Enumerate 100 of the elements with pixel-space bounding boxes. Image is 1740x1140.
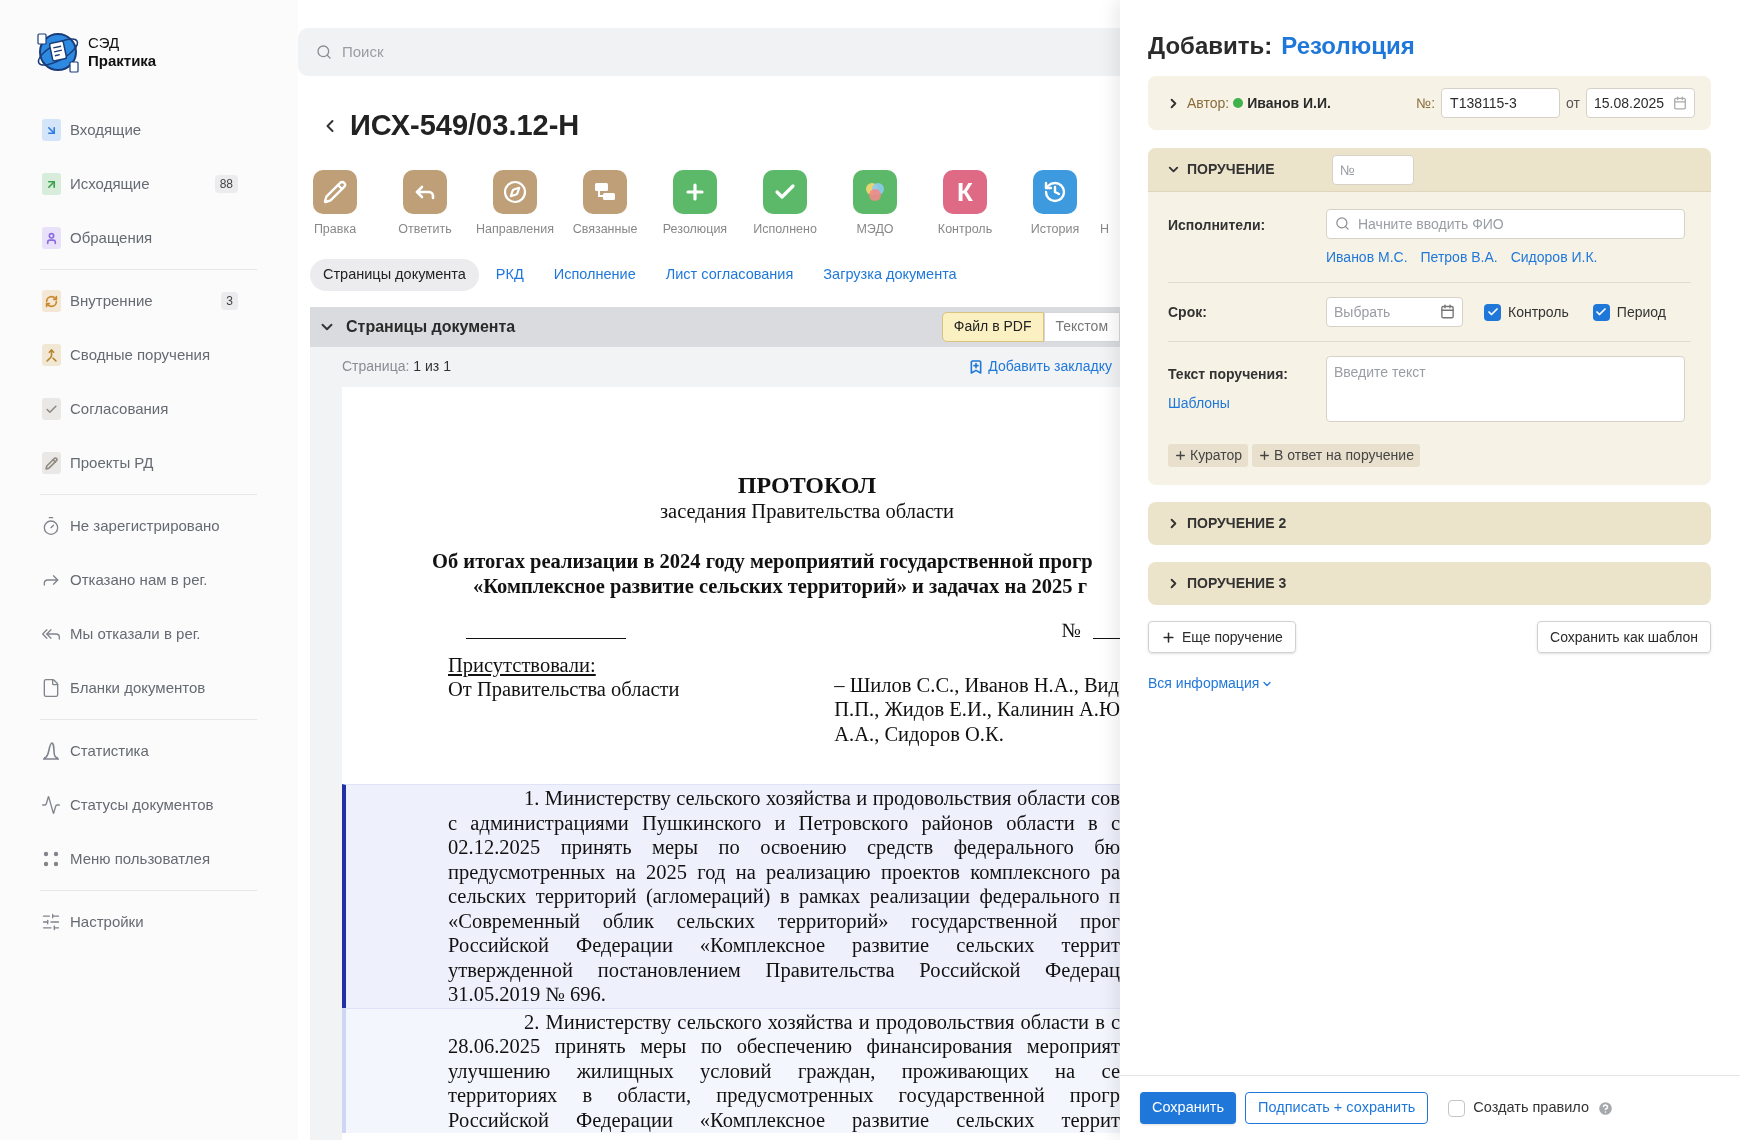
tab[interactable]: РКД	[482, 258, 537, 291]
document-title-line: Об итогах реализации в 2024 году мероприятий государственной прогр	[432, 549, 1094, 574]
add-bookmark-link[interactable]: Добавить закладку	[968, 356, 1112, 378]
date-picker-field[interactable]: Выбрать	[1326, 297, 1463, 327]
plus-icon	[1161, 629, 1176, 645]
toolbar-label: Резолюция	[662, 221, 728, 238]
search-icon	[316, 44, 332, 60]
tab[interactable]: Загрузка документа	[810, 258, 970, 291]
executor-link[interactable]: Петров В.А.	[1420, 247, 1498, 268]
field-label: Текст поручения:	[1168, 365, 1289, 384]
paragraph-line: территориях в области, предусмотренных государственной прогр	[448, 1083, 1120, 1108]
document-title: ИСХ-549/03.12-Н	[350, 108, 580, 144]
author-name: Иванов И.И.	[1247, 93, 1332, 113]
nav-item[interactable]: Проекты РД	[0, 436, 298, 490]
nav-item[interactable]: Обращения	[0, 211, 298, 265]
check-icon	[1595, 306, 1608, 318]
settings-icon	[41, 912, 61, 932]
section-title: Страницы документа	[346, 316, 517, 337]
checkbox-label: Контроль	[1508, 302, 1569, 322]
document-paragraph[interactable]	[342, 1007, 1120, 1134]
tab[interactable]: Страницы документа	[310, 258, 479, 291]
section-header[interactable]: Страницы документа Файл в PDF Текстом	[310, 306, 1120, 347]
all-info-link[interactable]: Вся информация	[1148, 673, 1274, 694]
nav-item[interactable]: Меню пользоватлея	[0, 832, 298, 886]
tab[interactable]: Лист согласования	[652, 258, 807, 291]
nav-item[interactable]: Мы отказали в рег.	[0, 607, 298, 661]
checkbox[interactable]	[1592, 303, 1610, 321]
nav-item[interactable]: Статистика	[0, 724, 298, 778]
toolbar-label: Направления	[476, 221, 554, 238]
nav-item[interactable]: Бланки документов	[0, 661, 298, 715]
sign-save-button[interactable]: Подписать + сохранить	[1245, 1092, 1429, 1124]
number-label: №:	[1416, 93, 1436, 113]
date-field[interactable]: 15.08.2025	[1586, 88, 1695, 118]
executor-search-field[interactable]: Начните вводить ФИО	[1326, 209, 1685, 239]
nav-label: Статусы документов	[70, 794, 215, 815]
paragraph-line: 1. Министерству сельского хозяйства и продовольствия области сов	[523, 786, 1120, 811]
add-chip[interactable]: Куратор	[1168, 444, 1249, 467]
paragraph-line: с администрациями Пушкинского и Петровского районов области в с	[448, 810, 1120, 836]
toolbar-label: Исполнено	[753, 221, 817, 238]
assignment-header[interactable]: ПОРУЧЕНИЕ №	[1148, 148, 1711, 192]
paragraph-line: Российской Федерации «Комплексное развитие сельских террит	[448, 1107, 1120, 1133]
templates-link[interactable]: Шаблоны	[1168, 393, 1230, 414]
field-label: Срок:	[1168, 302, 1208, 322]
toolbar-label: Контроль	[937, 221, 993, 238]
nav-label: Меню пользоватлея	[70, 848, 212, 869]
checkbox-label: Создать правило	[1473, 1098, 1589, 1118]
number-input[interactable]: Т138115-3	[1441, 88, 1561, 118]
number-input[interactable]: №	[1332, 154, 1414, 185]
toolbar-button[interactable]: К Контроль	[920, 170, 1010, 239]
nav-label: Исходящие	[70, 173, 151, 194]
save-button[interactable]: Сохранить	[1140, 1092, 1237, 1124]
document-paragraph[interactable]	[342, 784, 1120, 1008]
document-title-line: «Комплексное развитие сельских территорий» и задачах на 2025 г	[473, 573, 1089, 599]
assignment-title: ПОРУЧЕНИЕ 3	[1187, 574, 1288, 593]
nav-label: Не зарегистрировано	[70, 515, 221, 536]
toolbar-button[interactable]: Связанные	[560, 170, 650, 239]
checkbox[interactable]	[1484, 303, 1501, 321]
view-toggle[interactable]: Текстом	[1043, 311, 1120, 342]
field-label: Исполнители:	[1168, 216, 1267, 235]
nav-item[interactable]: Внутренние 3	[0, 274, 298, 328]
search-placeholder: Поиск	[342, 41, 384, 62]
toolbar-button[interactable]: Исполнено	[740, 170, 830, 239]
add-chip[interactable]: В ответ на поручение	[1252, 444, 1420, 467]
nav-item[interactable]: Не зарегистрировано	[0, 499, 298, 553]
nav-label: Статистика	[70, 740, 150, 761]
nav-item[interactable]: Входящие	[0, 103, 298, 157]
paragraph-line: 31.05.2019 № 696.	[448, 982, 606, 1007]
nav-item[interactable]: Исходящие 88	[0, 157, 298, 211]
toolbar-button[interactable]: МЭДО	[830, 170, 920, 239]
executor-link[interactable]: Иванов М.С.	[1326, 247, 1408, 268]
tab[interactable]: Исполнение	[540, 258, 649, 291]
toolbar-button[interactable]: Правка	[298, 170, 380, 239]
date-label: от	[1566, 93, 1580, 113]
view-toggle[interactable]: Файл в PDF	[941, 311, 1044, 342]
page-counter: 1 из 1	[413, 357, 452, 377]
document-heading: ПРОТОКОЛ	[737, 470, 877, 499]
nav-item[interactable]: Статусы документов	[0, 778, 298, 832]
app-name: СЭД	[88, 33, 121, 52]
toolbar-button[interactable]: Н	[1100, 170, 1120, 239]
toolbar-button[interactable]: История	[1010, 170, 1100, 239]
toolbar-button[interactable]: Резолюция	[650, 170, 740, 239]
add-assignment-button[interactable]: Еще поручение	[1148, 621, 1296, 653]
nav-item[interactable]: Отказано нам в рег.	[0, 553, 298, 607]
page-counter-label: Страница:	[342, 357, 410, 377]
assignment-text-area[interactable]: Введите текст	[1326, 356, 1685, 422]
nav-item[interactable]: Настройки	[0, 895, 298, 949]
nav-label: Входящие	[70, 119, 143, 140]
nav-item[interactable]: Согласования	[0, 382, 298, 436]
toolbar-button[interactable]: Ответить	[380, 170, 470, 239]
panel-title: Добавить:	[1148, 31, 1273, 61]
count-badge: 88	[214, 175, 238, 193]
plus-icon	[1174, 449, 1187, 462]
checkbox[interactable]	[1448, 1099, 1466, 1117]
toolbar-button[interactable]: Направления	[470, 170, 560, 239]
attendees-line: – Шилов С.С., Иванов Н.А., Вид	[834, 672, 1120, 698]
toolbar-label: МЭДО	[856, 221, 894, 238]
nav-item[interactable]: Сводные поручения	[0, 328, 298, 382]
executor-link[interactable]: Сидоров И.К.	[1510, 247, 1598, 268]
dots-icon	[41, 849, 61, 869]
save-template-button[interactable]: Сохранить как шаблон	[1537, 621, 1711, 653]
